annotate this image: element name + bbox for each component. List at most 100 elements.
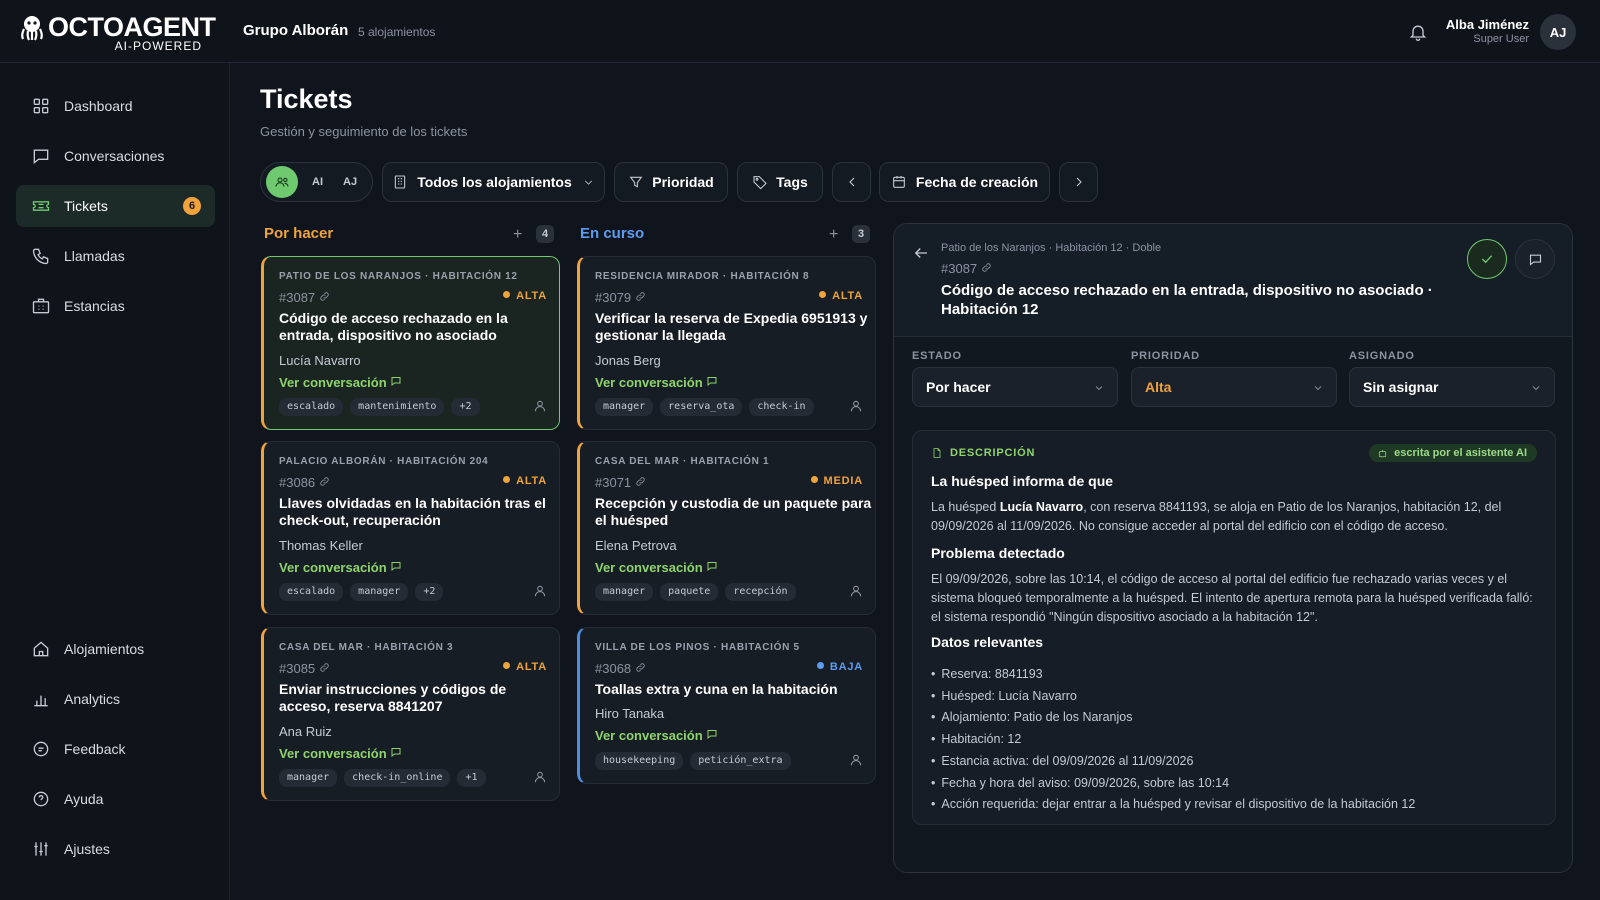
sidebar: Dashboard Conversaciones Tickets 6 Llama… xyxy=(0,63,230,900)
alojamientos-dropdown[interactable]: Todos los alojamientos xyxy=(382,162,605,202)
tag-chip[interactable]: petición_extra xyxy=(690,752,791,770)
priority-badge: ALTA xyxy=(819,290,863,302)
avatar[interactable]: AJ xyxy=(1540,14,1576,50)
assign-user-icon[interactable] xyxy=(849,399,863,413)
ticket-number[interactable]: #3068 xyxy=(595,661,646,676)
sidebar-item-tickets[interactable]: Tickets 6 xyxy=(16,185,215,227)
sidebar-item-analytics[interactable]: Analytics xyxy=(16,678,215,720)
estado-select[interactable]: Por hacer xyxy=(912,367,1118,407)
tag-more-chip[interactable]: +2 xyxy=(415,583,444,601)
all-users-toggle[interactable] xyxy=(266,166,298,198)
ver-conversacion-link[interactable]: Ver conversación xyxy=(279,746,402,761)
prioridad-filter-button[interactable]: Prioridad xyxy=(614,162,728,202)
tag-chip[interactable]: manager xyxy=(595,583,654,601)
tag-chip[interactable]: reserva_ota xyxy=(660,398,743,416)
ai-filter-option[interactable]: AI xyxy=(312,176,323,188)
ticket-title: Código de acceso rechazado en la entrada… xyxy=(279,310,508,343)
resolve-button[interactable] xyxy=(1467,239,1507,279)
sidebar-item-feedback[interactable]: Feedback xyxy=(16,728,215,770)
tag-chip[interactable]: recepción xyxy=(725,583,796,601)
org-name[interactable]: Grupo Alborán xyxy=(243,22,348,39)
add-ticket-en-curso-button[interactable]: + xyxy=(829,226,838,244)
tag-chip[interactable]: mantenimiento xyxy=(350,398,445,416)
chevron-down-icon xyxy=(584,180,592,185)
tag-chip[interactable]: manager xyxy=(279,769,338,787)
prioridad-filter-label: Prioridad xyxy=(652,174,714,190)
ticket-number[interactable]: #3085 xyxy=(279,661,330,676)
asignado-select[interactable]: Sin asignar xyxy=(1349,367,1555,407)
ticket-location: RESIDENCIA MIRADOR · HABITACIÓN 8 xyxy=(595,271,810,282)
prioridad-select[interactable]: Alta xyxy=(1131,367,1337,407)
tags-filter-label: Tags xyxy=(776,174,808,190)
assign-user-icon[interactable] xyxy=(849,584,863,598)
ticket-number[interactable]: #3071 xyxy=(595,475,646,490)
description-label: DESCRIPCIÓN xyxy=(931,447,1035,459)
sidebar-item-conversaciones[interactable]: Conversaciones xyxy=(16,135,215,177)
assign-user-icon[interactable] xyxy=(533,399,547,413)
bell-icon[interactable] xyxy=(1408,22,1428,42)
tag-chip[interactable]: housekeeping xyxy=(595,752,684,770)
sidebar-item-label: Conversaciones xyxy=(64,148,165,164)
assign-user-icon[interactable] xyxy=(533,770,547,784)
ticket-title: Enviar instrucciones y códigos de acceso… xyxy=(279,681,507,714)
fecha-creacion-label: Fecha de creación xyxy=(915,174,1039,190)
ticket-number[interactable]: #3086 xyxy=(279,475,330,490)
sidebar-item-llamadas[interactable]: Llamadas xyxy=(16,235,215,277)
sidebar-item-alojamientos[interactable]: Alojamientos xyxy=(16,628,215,670)
sidebar-item-dashboard[interactable]: Dashboard xyxy=(16,85,215,127)
chat-icon xyxy=(391,748,401,758)
tag-list: escalado manager +2 xyxy=(279,583,444,601)
sidebar-item-estancias[interactable]: Estancias xyxy=(16,285,215,327)
tag-chip[interactable]: escalado xyxy=(279,398,344,416)
assignee-filter[interactable]: AI AJ xyxy=(260,162,373,202)
tag-chip[interactable]: check-in_online xyxy=(344,769,451,787)
tag-more-chip[interactable]: +2 xyxy=(451,398,480,416)
assign-user-icon[interactable] xyxy=(533,584,547,598)
date-next-button[interactable] xyxy=(1059,162,1098,202)
tag-chip[interactable]: check-in xyxy=(749,398,814,416)
app-logo[interactable]: OCTOAGENT AI-POWERED xyxy=(18,12,216,54)
tags-filter-button[interactable]: Tags xyxy=(737,162,823,202)
ticket-card-3068[interactable]: VILLA DE LOS PINOS · HABITACIÓN 5 #3068 … xyxy=(577,627,876,784)
guest-name: Lucía Navarro xyxy=(279,353,361,368)
detail-header: Patio de los Naranjos · Habitación 12 · … xyxy=(894,224,1572,337)
priority-badge: BAJA xyxy=(816,661,863,673)
sidebar-item-label: Ajustes xyxy=(64,841,110,857)
ticket-number[interactable]: #3079 xyxy=(595,290,646,305)
open-chat-button[interactable] xyxy=(1515,239,1555,279)
tag-chip[interactable]: manager xyxy=(350,583,409,601)
bar-chart-icon xyxy=(34,695,48,707)
tag-chip[interactable]: manager xyxy=(595,398,654,416)
tag-icon xyxy=(753,176,767,190)
ticket-card-3086[interactable]: PALACIO ALBORÁN · HABITACIÓN 204 #3086 A… xyxy=(261,441,560,615)
add-ticket-por-hacer-button[interactable]: + xyxy=(513,226,522,244)
ticket-number[interactable]: #3087 xyxy=(941,261,992,276)
guest-name: Hiro Tanaka xyxy=(595,706,665,721)
sidebar-item-label: Analytics xyxy=(64,691,121,707)
aj-filter-option[interactable]: AJ xyxy=(343,176,357,188)
ticket-location: CASA DEL MAR · HABITACIÓN 3 xyxy=(279,642,454,653)
assign-user-icon[interactable] xyxy=(849,753,863,767)
ticket-card-3085[interactable]: CASA DEL MAR · HABITACIÓN 3 #3085 ALTA E… xyxy=(261,627,560,801)
tag-chip[interactable]: escalado xyxy=(279,583,344,601)
estado-label: ESTADO xyxy=(912,350,962,362)
feedback-icon xyxy=(33,741,49,757)
ver-conversacion-link[interactable]: Ver conversación xyxy=(595,375,718,390)
ticket-card-3079[interactable]: RESIDENCIA MIRADOR · HABITACIÓN 8 #3079 … xyxy=(577,256,876,430)
sidebar-item-label: Tickets xyxy=(64,198,108,214)
fecha-creacion-button[interactable]: Fecha de creación xyxy=(879,162,1050,202)
tag-more-chip[interactable]: +1 xyxy=(457,769,486,787)
date-prev-button[interactable] xyxy=(832,162,871,202)
ver-conversacion-link[interactable]: Ver conversación xyxy=(595,728,718,743)
ticket-card-3071[interactable]: CASA DEL MAR · HABITACIÓN 1 #3071 MEDIA … xyxy=(577,441,876,615)
sidebar-item-ayuda[interactable]: Ayuda xyxy=(16,778,215,820)
sidebar-item-ajustes[interactable]: Ajustes xyxy=(16,828,215,870)
ticket-card-3087[interactable]: PATIO DE LOS NARANJOS · HABITACIÓN 12 #3… xyxy=(261,256,560,430)
filter-icon xyxy=(629,176,643,188)
ver-conversacion-link[interactable]: Ver conversación xyxy=(279,375,402,390)
back-arrow-icon[interactable] xyxy=(912,244,930,262)
ver-conversacion-link[interactable]: Ver conversación xyxy=(595,560,718,575)
tag-chip[interactable]: paquete xyxy=(660,583,719,601)
ver-conversacion-link[interactable]: Ver conversación xyxy=(279,560,402,575)
ticket-number[interactable]: #3087 xyxy=(279,290,330,305)
